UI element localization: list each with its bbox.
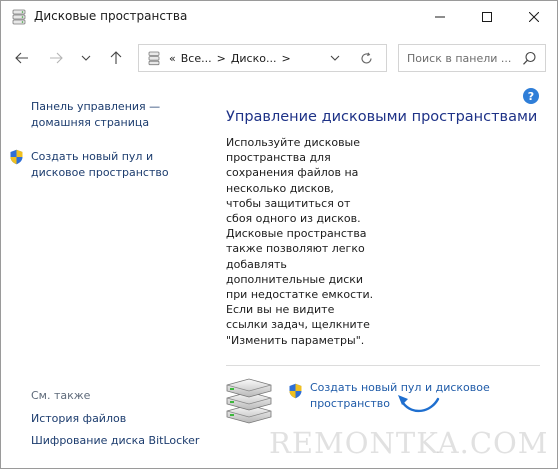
breadcrumb-overflow[interactable]: « [169, 52, 176, 65]
file-history-link[interactable]: История файлов [31, 412, 126, 425]
search-input[interactable]: Поиск в панели ... [407, 52, 511, 65]
breadcrumb: « Все... > Диско... > [169, 52, 296, 65]
control-panel-window: Дисковые пространства « Все... > Диско..… [0, 0, 558, 469]
maximize-button[interactable] [464, 1, 510, 33]
up-button[interactable] [105, 47, 127, 69]
chevron-down-icon [81, 55, 91, 61]
description-line: "Изменить параметры". [226, 333, 365, 347]
refresh-icon [360, 51, 372, 64]
refresh-button[interactable] [358, 50, 374, 66]
chevron-down-icon [330, 55, 340, 61]
description-line: несколько дисков, [226, 181, 334, 195]
description-text: Используйте дисковые пространства для со… [226, 135, 376, 348]
disk-spaces-icon [148, 51, 160, 66]
breadcrumb-item-disk-spaces[interactable]: Диско... [231, 52, 277, 65]
breadcrumb-item-all[interactable]: Все... [181, 52, 212, 65]
divider [226, 365, 540, 366]
watermark: REMONTKA.COM [269, 426, 549, 460]
description-line: сохранения файлов на [226, 166, 359, 180]
back-button[interactable] [11, 47, 33, 69]
disk-stack-icon [226, 378, 272, 424]
help-button[interactable]: ? [523, 88, 539, 104]
title-bar: Дисковые пространства [1, 1, 557, 33]
uac-shield-icon [289, 383, 302, 399]
breadcrumb-separator[interactable]: > [281, 52, 290, 65]
search-box[interactable]: Поиск в панели ... [398, 44, 546, 72]
description-line: добавлять [226, 257, 287, 271]
description-line: сбоя одного из дисков. [226, 212, 361, 226]
breadcrumb-separator[interactable]: > [217, 52, 226, 65]
search-icon[interactable] [522, 51, 537, 66]
description-line: также позволяют легко [226, 242, 365, 256]
page-title: Управление дисковыми пространствами [226, 109, 538, 125]
description-line: ссылки задач, щелкните [226, 318, 370, 332]
close-icon [529, 12, 539, 22]
address-history-button[interactable] [328, 51, 342, 65]
up-arrow-icon [110, 51, 122, 64]
description-line: Если вы не видите [226, 303, 335, 317]
bitlocker-link[interactable]: Шифрование диска BitLocker [31, 434, 199, 447]
window-title: Дисковые пространства [34, 9, 188, 23]
back-arrow-icon [15, 52, 28, 64]
uac-shield-icon [10, 149, 23, 165]
annotation-arrow [398, 395, 440, 413]
see-also-heading: См. также [31, 389, 91, 402]
forward-button[interactable] [45, 47, 67, 69]
address-bar[interactable]: « Все... > Диско... > [138, 44, 387, 72]
maximize-icon [482, 12, 492, 22]
forward-arrow-icon [50, 52, 63, 64]
control-panel-home-link[interactable]: Панель управления — домашняя страница [31, 99, 201, 131]
disk-spaces-icon [12, 9, 26, 25]
minimize-icon [435, 16, 445, 18]
navigation-bar: « Все... > Диско... > Поиск в панели ... [1, 33, 557, 87]
recent-locations-button[interactable] [75, 47, 97, 69]
close-button[interactable] [511, 1, 557, 33]
description-line: дополнительные диски [226, 272, 364, 286]
description-line: пространства для [226, 151, 331, 165]
help-icon: ? [527, 89, 535, 103]
description-line: Используйте дисковые [226, 136, 361, 149]
description-line: Дисковые пространства [226, 227, 367, 241]
minimize-button[interactable] [417, 1, 463, 33]
description-line: при недостатке емкости. [226, 288, 374, 302]
create-pool-link-sidebar[interactable]: Создать новый пул и дисковое пространств… [31, 149, 201, 181]
description-line: чтобы защититься от [226, 196, 351, 210]
